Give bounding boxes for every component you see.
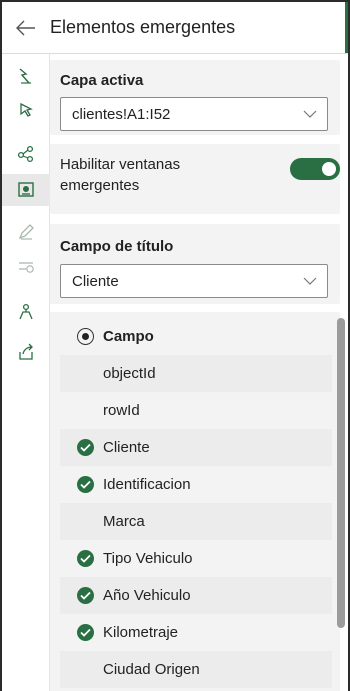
popup-icon bbox=[18, 182, 34, 197]
field-label: Ciudad Origen bbox=[103, 661, 200, 678]
fields-scrollbar[interactable] bbox=[337, 318, 345, 688]
edit-icon bbox=[18, 224, 34, 240]
field-row[interactable]: Identificacion bbox=[60, 466, 332, 503]
field-label: Identificacion bbox=[103, 476, 191, 493]
field-row[interactable]: Año Vehiculo bbox=[60, 577, 332, 614]
style-icon bbox=[19, 68, 31, 84]
tool-rail bbox=[2, 54, 50, 691]
field-row[interactable]: objectId bbox=[60, 355, 332, 392]
scrollbar-thumb[interactable] bbox=[337, 318, 345, 628]
radio-icon bbox=[77, 328, 94, 345]
field-label: rowId bbox=[103, 402, 140, 419]
fields-header-label: Campo bbox=[103, 328, 154, 345]
select-icon bbox=[20, 102, 33, 117]
unchecked-icon[interactable] bbox=[77, 402, 94, 419]
arrow-left-icon bbox=[16, 20, 35, 35]
rail-connections[interactable] bbox=[2, 138, 50, 170]
field-label: Cliente bbox=[103, 439, 150, 456]
rail-select[interactable] bbox=[2, 94, 50, 126]
filter-time-icon bbox=[19, 262, 34, 273]
checkmark-icon[interactable] bbox=[77, 439, 94, 456]
rail-popup[interactable] bbox=[2, 174, 50, 206]
field-label: objectId bbox=[103, 365, 156, 382]
field-label: Tipo Vehiculo bbox=[103, 550, 193, 567]
unchecked-icon[interactable] bbox=[77, 365, 94, 382]
fields-header-row[interactable]: Campo bbox=[60, 318, 332, 355]
checkmark-icon[interactable] bbox=[77, 587, 94, 604]
toggle-knob bbox=[322, 162, 336, 176]
field-row[interactable]: rowId bbox=[60, 392, 332, 429]
popups-toggle[interactable] bbox=[290, 158, 340, 180]
layer-select[interactable]: clientes!A1:I52 bbox=[60, 97, 328, 131]
layer-select-value: clientes!A1:I52 bbox=[72, 105, 171, 123]
rail-analysis[interactable] bbox=[2, 296, 50, 328]
popups-section: Habilitar ventanas emergentes bbox=[50, 144, 340, 214]
layer-section: Capa activa clientes!A1:I52 bbox=[50, 60, 340, 135]
unchecked-icon[interactable] bbox=[77, 661, 94, 678]
connections-icon bbox=[17, 145, 34, 163]
unchecked-icon[interactable] bbox=[77, 513, 94, 530]
panel-header: Elementos emergentes bbox=[2, 2, 348, 54]
field-label: Marca bbox=[103, 513, 145, 530]
popups-toggle-label: Habilitar ventanas emergentes bbox=[60, 156, 181, 194]
title-field-select[interactable]: Cliente bbox=[60, 264, 328, 298]
share-icon bbox=[19, 343, 33, 360]
field-row[interactable]: Ciudad Origen bbox=[60, 651, 332, 688]
panel-title: Elementos emergentes bbox=[50, 17, 236, 37]
rail-style[interactable] bbox=[2, 60, 50, 92]
field-row[interactable]: Tipo Vehiculo bbox=[60, 540, 332, 577]
field-row[interactable]: Cliente bbox=[60, 429, 332, 466]
fields-list: Campo objectId rowId Cliente Identificacion… bbox=[60, 318, 332, 691]
field-label: Kilometraje bbox=[103, 624, 179, 641]
rail-edit[interactable] bbox=[2, 216, 50, 248]
back-button[interactable] bbox=[2, 2, 50, 54]
rail-share[interactable] bbox=[2, 336, 50, 368]
field-row[interactable]: Kilometraje bbox=[60, 614, 332, 651]
layer-label: Capa activa bbox=[60, 72, 144, 89]
field-row[interactable]: Marca bbox=[60, 503, 332, 540]
chevron-down-icon bbox=[303, 110, 317, 118]
app-frame: Elementos emergentes Capa activa cliente… bbox=[0, 0, 350, 691]
title-field-label: Campo de título bbox=[60, 238, 174, 255]
checkmark-icon[interactable] bbox=[77, 624, 94, 641]
field-label: Año Vehiculo bbox=[103, 587, 191, 604]
analysis-icon bbox=[19, 303, 33, 320]
checkmark-icon[interactable] bbox=[77, 476, 94, 493]
checkmark-icon[interactable] bbox=[77, 550, 94, 567]
title-field-select-value: Cliente bbox=[72, 272, 119, 290]
panel-content: Capa activa clientes!A1:I52 Habilitar ve… bbox=[50, 54, 348, 691]
chevron-down-icon bbox=[303, 277, 317, 285]
rail-filter-time[interactable] bbox=[2, 250, 50, 282]
title-field-section: Campo de título Cliente bbox=[50, 224, 340, 304]
